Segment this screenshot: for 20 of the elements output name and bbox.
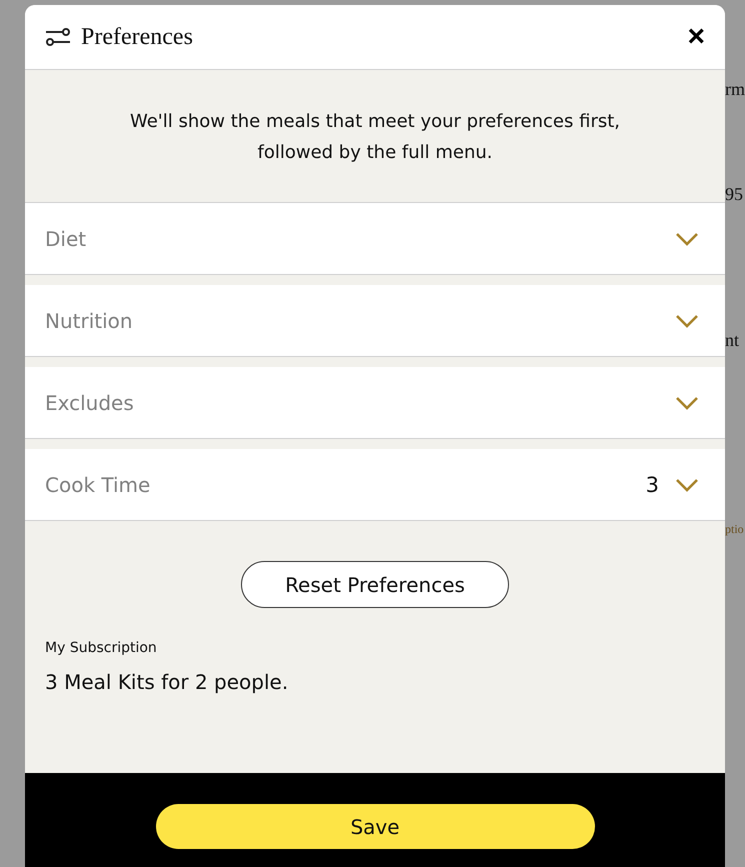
chevron-icon [675,396,699,410]
sliders-icon [45,27,71,47]
chevron-icon [675,232,699,246]
subscription-label: My Subscription [45,640,158,656]
accordion-row[interactable]: Diet [25,203,725,275]
background-text: 95 [725,185,744,203]
reset-button[interactable]: Reset Preferences [241,561,509,608]
dialog-title: Preferences [81,24,194,50]
chevron-icon [675,314,699,328]
accordion-row[interactable]: Nutrition [25,285,725,357]
subscription-value: 3 Meal Kits for 2 people. [45,670,290,694]
background-text: ptio [725,523,745,535]
accordion-row[interactable]: Excludes [25,367,725,439]
chevron-icon [675,478,699,492]
close-button[interactable]: × [687,22,705,52]
save-button[interactable]: Save [156,804,594,849]
accordion-row[interactable]: Cook Time 3 [25,449,725,521]
background-text: rm [725,80,745,98]
row-value: 3 [646,472,659,496]
background-text: nt [725,331,740,349]
